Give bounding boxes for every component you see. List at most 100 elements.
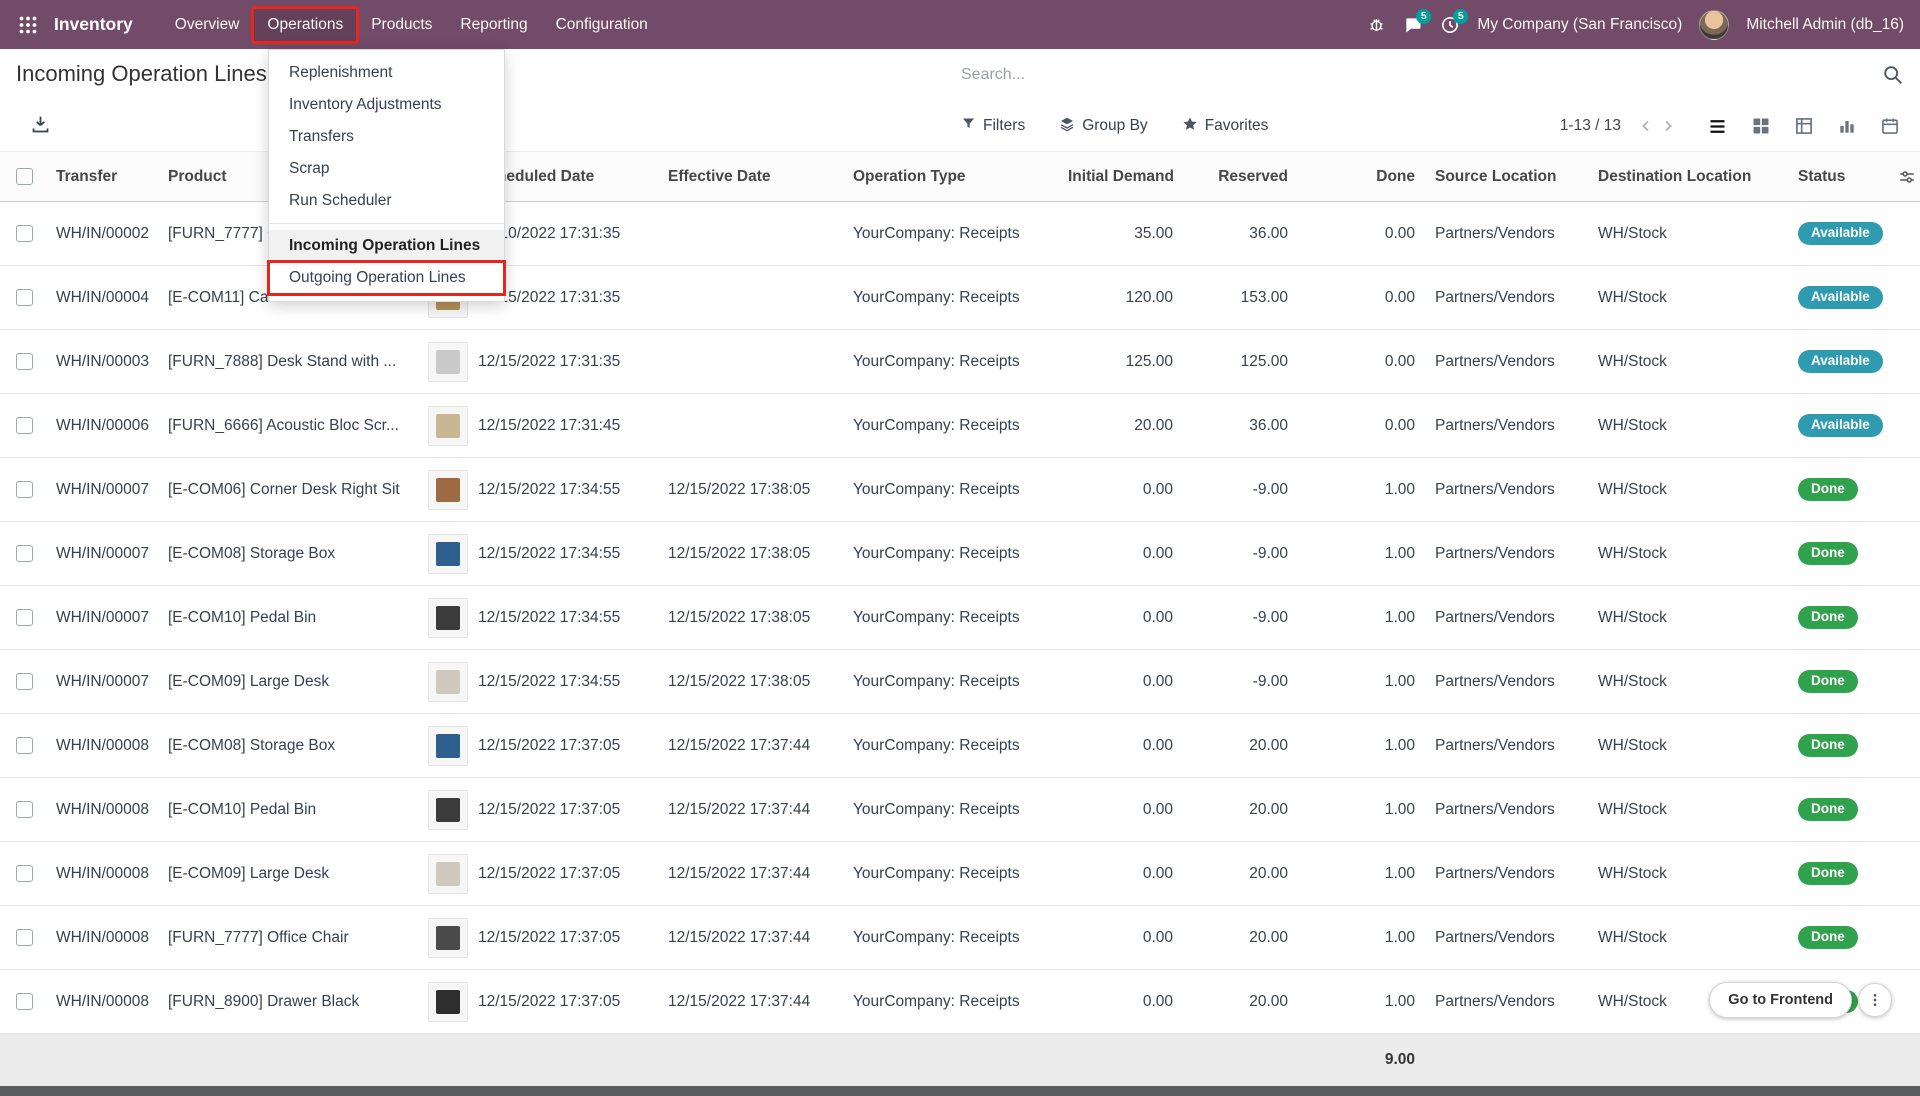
table-row[interactable]: WH/IN/00008[E-COM09] Large Desk12/15/202… — [0, 842, 1920, 906]
row-checkbox[interactable] — [16, 737, 33, 754]
product-cell: [E-COM08] Storage Box — [160, 714, 424, 778]
export-download-icon[interactable] — [30, 114, 51, 135]
table-row[interactable]: WH/IN/00007[E-COM08] Storage Box12/15/20… — [0, 522, 1920, 586]
menu-overview[interactable]: Overview — [161, 8, 254, 42]
messages-icon[interactable]: 5 — [1403, 15, 1423, 35]
table-row[interactable]: WH/IN/00008[FURN_8900] Drawer Black12/15… — [0, 970, 1920, 1034]
list-view-icon[interactable] — [1705, 114, 1730, 139]
col-operation-type[interactable]: Operation Type — [845, 152, 1060, 202]
product-thumbnail-art — [436, 350, 460, 374]
table-row[interactable]: WH/IN/00006[FURN_6666] Acoustic Bloc Scr… — [0, 394, 1920, 458]
menu-item-outgoing-operation-lines[interactable]: Outgoing Operation Lines — [269, 262, 504, 294]
operation-type-cell: YourCompany: Receipts — [845, 266, 1060, 330]
effective-date-cell — [660, 394, 845, 458]
source-location-cell: Partners/Vendors — [1427, 394, 1590, 458]
filters-button[interactable]: Filters — [961, 116, 1025, 136]
apps-grid-icon[interactable] — [14, 11, 42, 39]
col-transfer[interactable]: Transfer — [48, 152, 160, 202]
product-thumbnail — [428, 982, 468, 1022]
user-avatar[interactable] — [1699, 10, 1729, 40]
row-end-spacer — [1890, 842, 1920, 906]
row-checkbox[interactable] — [16, 865, 33, 882]
menu-operations[interactable]: Operations — [253, 8, 357, 42]
table-row[interactable]: WH/IN/00003[FURN_7888] Desk Stand with .… — [0, 330, 1920, 394]
table-row[interactable]: WH/IN/00008[FURN_7777] Office Chair12/15… — [0, 906, 1920, 970]
favorites-button[interactable]: Favorites — [1182, 116, 1269, 137]
menu-products[interactable]: Products — [357, 8, 446, 42]
col-source-location[interactable]: Source Location — [1427, 152, 1590, 202]
menu-item-incoming-operation-lines[interactable]: Incoming Operation Lines — [269, 230, 504, 262]
column-options-sliders-icon[interactable] — [1898, 168, 1916, 186]
reserved-cell: 20.00 — [1185, 842, 1300, 906]
menu-configuration[interactable]: Configuration — [542, 8, 662, 42]
menu-item-scrap[interactable]: Scrap — [269, 153, 504, 185]
row-checkbox[interactable] — [16, 929, 33, 946]
table-row[interactable]: WH/IN/00008[E-COM08] Storage Box12/15/20… — [0, 714, 1920, 778]
menu-item-inventory-adjustments[interactable]: Inventory Adjustments — [269, 89, 504, 121]
row-checkbox[interactable] — [16, 993, 33, 1010]
product-image-cell — [424, 522, 470, 586]
pager-previous-icon[interactable] — [1635, 115, 1657, 137]
row-checkbox[interactable] — [16, 545, 33, 562]
row-checkbox[interactable] — [16, 225, 33, 242]
status-cell: Done — [1790, 906, 1890, 970]
menu-item-run-scheduler[interactable]: Run Scheduler — [269, 185, 504, 217]
table-row[interactable]: WH/IN/00007[E-COM10] Pedal Bin12/15/2022… — [0, 586, 1920, 650]
select-all-checkbox[interactable] — [16, 168, 33, 185]
page-title: Incoming Operation Lines — [16, 61, 267, 87]
menu-reporting[interactable]: Reporting — [446, 8, 541, 42]
menu-item-transfers[interactable]: Transfers — [269, 121, 504, 153]
footer-row: 9.00 — [0, 1034, 1920, 1086]
operation-type-cell: YourCompany: Receipts — [845, 458, 1060, 522]
pager-next-icon[interactable] — [1657, 115, 1679, 137]
transfer-cell: WH/IN/00008 — [48, 970, 160, 1034]
table-row[interactable]: WH/IN/00008[E-COM10] Pedal Bin12/15/2022… — [0, 778, 1920, 842]
go-to-frontend-button[interactable]: Go to Frontend — [1709, 982, 1852, 1018]
scheduled-date-cell: 12/15/2022 17:37:05 — [470, 906, 660, 970]
row-checkbox[interactable] — [16, 801, 33, 818]
company-switcher[interactable]: My Company (San Francisco) — [1477, 16, 1682, 34]
col-initial-demand[interactable]: Initial Demand — [1060, 152, 1185, 202]
row-checkbox[interactable] — [16, 417, 33, 434]
search-input[interactable] — [961, 66, 1880, 84]
operation-type-cell: YourCompany: Receipts — [845, 202, 1060, 266]
col-status[interactable]: Status — [1790, 152, 1890, 202]
top-navbar: Inventory Overview Operations Products R… — [0, 0, 1920, 49]
menu-item-replenishment[interactable]: Replenishment — [269, 57, 504, 89]
more-options-ellipsis-icon[interactable] — [1858, 983, 1892, 1017]
table-row[interactable]: WH/IN/00007[E-COM09] Large Desk12/15/202… — [0, 650, 1920, 714]
group-by-button[interactable]: Group By — [1059, 116, 1147, 137]
source-location-cell: Partners/Vendors — [1427, 202, 1590, 266]
app-title[interactable]: Inventory — [54, 14, 133, 35]
effective-date-cell: 12/15/2022 17:37:44 — [660, 970, 845, 1034]
graph-view-icon[interactable] — [1835, 114, 1859, 138]
col-done[interactable]: Done — [1300, 152, 1427, 202]
reserved-cell: -9.00 — [1185, 522, 1300, 586]
kanban-view-icon[interactable] — [1749, 114, 1773, 138]
col-destination-location[interactable]: Destination Location — [1590, 152, 1790, 202]
status-cell: Done — [1790, 586, 1890, 650]
row-checkbox[interactable] — [16, 481, 33, 498]
search-icon[interactable] — [1880, 62, 1906, 88]
scheduled-date-cell: 12/15/2022 17:31:35 — [470, 330, 660, 394]
product-cell: [E-COM10] Pedal Bin — [160, 586, 424, 650]
source-location-cell: Partners/Vendors — [1427, 522, 1590, 586]
row-checkbox[interactable] — [16, 673, 33, 690]
footer-spacer-right — [1427, 1034, 1920, 1086]
row-checkbox[interactable] — [16, 609, 33, 626]
col-reserved[interactable]: Reserved — [1185, 152, 1300, 202]
activities-clock-icon[interactable]: 5 — [1440, 15, 1460, 35]
row-select-cell — [0, 330, 48, 394]
view-switcher — [1705, 114, 1902, 139]
initial-demand-cell: 0.00 — [1060, 458, 1185, 522]
row-checkbox[interactable] — [16, 289, 33, 306]
row-end-spacer — [1890, 906, 1920, 970]
calendar-view-icon[interactable] — [1878, 114, 1902, 138]
user-menu[interactable]: Mitchell Admin (db_16) — [1746, 16, 1904, 34]
debug-bug-icon[interactable] — [1367, 15, 1386, 34]
initial-demand-cell: 0.00 — [1060, 906, 1185, 970]
col-effective-date[interactable]: Effective Date — [660, 152, 845, 202]
row-checkbox[interactable] — [16, 353, 33, 370]
pivot-view-icon[interactable] — [1792, 114, 1816, 138]
table-row[interactable]: WH/IN/00007[E-COM06] Corner Desk Right S… — [0, 458, 1920, 522]
